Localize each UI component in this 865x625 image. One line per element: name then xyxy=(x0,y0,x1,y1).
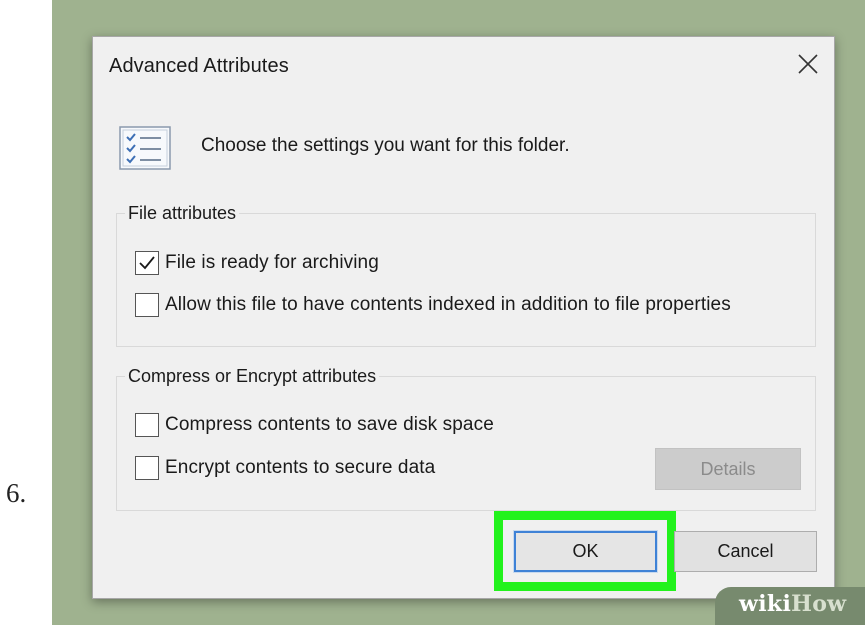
compress-encrypt-group: Compress or Encrypt attributes Compress … xyxy=(116,365,816,511)
close-icon xyxy=(798,54,818,74)
encrypt-checkbox[interactable] xyxy=(135,456,159,480)
index-checkbox[interactable] xyxy=(135,293,159,317)
watermark-part-1: wiki xyxy=(739,591,792,617)
dialog-instructions: Choose the settings you want for this fo… xyxy=(201,135,570,156)
compress-encrypt-legend: Compress or Encrypt attributes xyxy=(125,365,380,387)
cancel-button[interactable]: Cancel xyxy=(674,531,817,572)
step-number: 6. xyxy=(6,478,27,508)
archive-checkbox-row[interactable]: File is ready for archiving xyxy=(135,249,379,277)
index-checkbox-row[interactable]: Allow this file to have contents indexed… xyxy=(135,291,731,319)
wikihow-watermark: wikiHow xyxy=(715,587,865,625)
checkmark-icon xyxy=(139,256,155,270)
file-attributes-legend: File attributes xyxy=(125,202,240,224)
archive-checkbox[interactable] xyxy=(135,251,159,275)
compress-label: Compress contents to save disk space xyxy=(165,414,494,435)
watermark-part-2: How xyxy=(791,591,847,617)
ok-button[interactable]: OK xyxy=(513,530,658,573)
dialog-title: Advanced Attributes xyxy=(109,55,289,77)
advanced-attributes-dialog: Advanced Attributes Choose the settings … xyxy=(92,36,835,599)
index-label: Allow this file to have contents indexed… xyxy=(165,294,731,315)
checklist-icon xyxy=(119,126,171,170)
encrypt-checkbox-row[interactable]: Encrypt contents to secure data xyxy=(135,454,435,482)
file-attributes-group: File attributes File is ready for archiv… xyxy=(116,202,816,347)
close-button[interactable] xyxy=(784,43,832,87)
archive-label: File is ready for archiving xyxy=(165,252,379,273)
encrypt-label: Encrypt contents to secure data xyxy=(165,457,436,478)
title-bar: Advanced Attributes xyxy=(93,37,834,99)
compress-checkbox-row[interactable]: Compress contents to save disk space xyxy=(135,411,494,439)
details-button[interactable]: Details xyxy=(655,448,801,490)
compress-checkbox[interactable] xyxy=(135,413,159,437)
